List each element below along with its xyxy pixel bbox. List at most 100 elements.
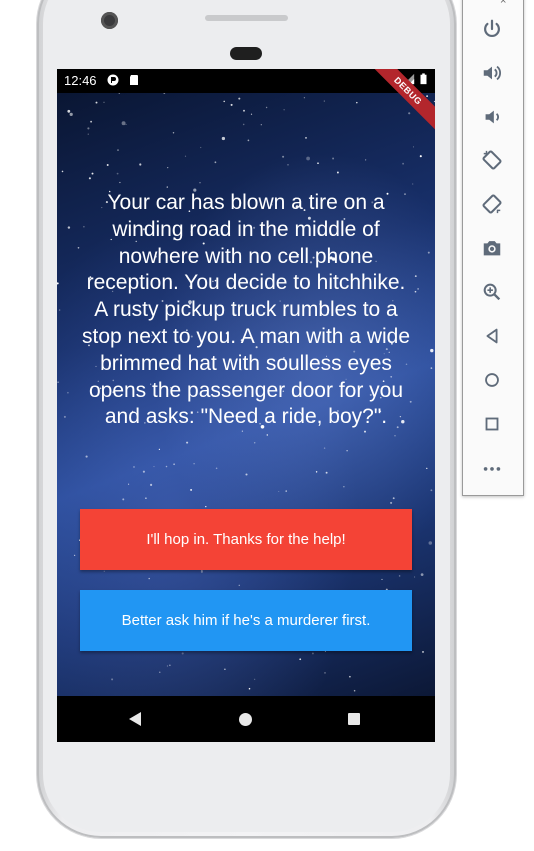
volume-down-icon[interactable] [481, 106, 503, 128]
choice-2-button[interactable]: Better ask him if he's a murderer first. [80, 590, 412, 651]
star [430, 367, 433, 369]
star [266, 434, 269, 436]
back-icon[interactable] [129, 712, 141, 726]
star [248, 687, 251, 690]
star [223, 100, 225, 103]
star [63, 415, 66, 418]
star [199, 182, 201, 184]
front-camera [101, 12, 118, 29]
power-icon[interactable] [481, 18, 503, 40]
star [95, 101, 98, 104]
star [166, 186, 168, 188]
star [265, 106, 268, 109]
notification-icon [107, 74, 119, 86]
star [116, 172, 119, 175]
star [412, 146, 415, 148]
star [166, 665, 168, 667]
star [214, 161, 217, 164]
star [163, 93, 166, 94]
story-page: Your car has blown a tire on a winding r… [57, 93, 435, 696]
star [426, 95, 428, 97]
star [278, 490, 280, 493]
star [398, 575, 401, 577]
star [181, 652, 184, 655]
star [158, 448, 161, 451]
star [142, 470, 145, 473]
star [392, 497, 395, 500]
star [184, 155, 187, 157]
star [67, 109, 71, 113]
star [57, 282, 59, 285]
star [106, 164, 109, 166]
star [343, 486, 345, 488]
star [133, 466, 135, 468]
star [190, 488, 193, 491]
emulator-toolbar: × [462, 0, 524, 496]
star [402, 162, 404, 165]
zoom-icon[interactable] [481, 281, 503, 303]
star [282, 155, 285, 158]
close-icon[interactable]: × [500, 0, 506, 7]
home-icon[interactable] [481, 369, 503, 391]
star [242, 123, 245, 126]
star [324, 672, 326, 674]
star [408, 112, 411, 115]
more-icon[interactable] [481, 457, 503, 479]
star [245, 473, 248, 476]
rotate-right-icon[interactable] [481, 193, 503, 215]
star [315, 471, 318, 473]
star [325, 471, 328, 474]
navigation-bar [57, 696, 435, 742]
star [346, 450, 348, 452]
star [111, 678, 114, 681]
star [88, 177, 91, 180]
star [145, 497, 147, 500]
star [427, 251, 430, 254]
star [230, 103, 233, 106]
star [200, 570, 203, 573]
battery-icon [420, 73, 427, 85]
overview-icon[interactable] [481, 413, 503, 435]
star [90, 120, 93, 123]
star [58, 309, 61, 311]
star [67, 226, 71, 229]
rotate-left-icon[interactable] [481, 149, 503, 171]
star [353, 689, 356, 692]
home-icon[interactable] [239, 713, 252, 726]
recents-icon[interactable] [348, 713, 360, 725]
story-text: Your car has blown a tire on a winding r… [81, 191, 411, 429]
star [303, 97, 306, 99]
star [317, 162, 319, 164]
star [119, 181, 121, 184]
star [61, 170, 64, 173]
star [121, 121, 126, 126]
star [430, 489, 433, 492]
star [311, 652, 314, 655]
star [173, 463, 175, 466]
star [433, 100, 435, 103]
star [205, 505, 207, 508]
star [77, 246, 80, 249]
star [349, 675, 351, 678]
camera-icon[interactable] [481, 237, 503, 259]
star [150, 483, 153, 486]
star [167, 166, 169, 169]
volume-up-icon[interactable] [481, 62, 503, 84]
star [118, 93, 120, 95]
choice-1-button[interactable]: I'll hop in. Thanks for the help! [80, 509, 412, 570]
star [200, 146, 202, 149]
star [117, 149, 119, 151]
star [260, 124, 262, 126]
star [356, 101, 358, 104]
star [193, 462, 195, 465]
star [165, 465, 168, 468]
star [414, 290, 417, 293]
star [57, 381, 59, 384]
star [238, 584, 240, 586]
back-icon[interactable] [481, 325, 503, 347]
star [215, 467, 218, 470]
star [159, 671, 161, 673]
star [221, 136, 226, 141]
star [306, 156, 310, 161]
star [139, 163, 142, 166]
